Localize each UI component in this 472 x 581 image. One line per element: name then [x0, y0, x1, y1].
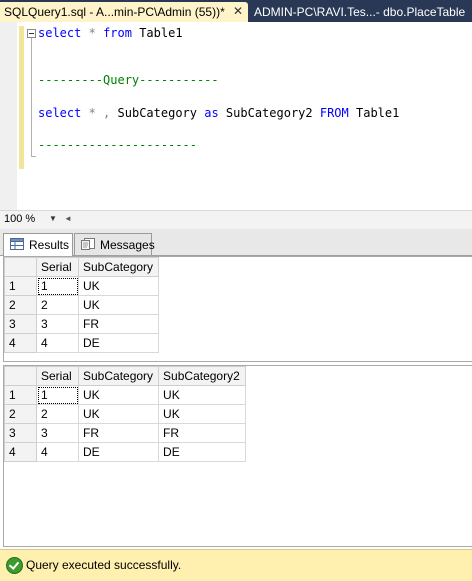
alias-name: SubCategory2 [225, 106, 313, 120]
grid-icon [10, 238, 24, 250]
operator-star: * [88, 26, 96, 40]
grid-cell[interactable]: 1 [36, 385, 79, 405]
tab-placetable[interactable]: ADMIN-PC\RAVI.Tes...- dbo.PlaceTable [250, 2, 472, 22]
document-tab-bar: SQLQuery1.sql - A...min-PC\Admin (55))* … [0, 0, 472, 22]
table-name: Table1 [356, 106, 400, 120]
status-message: Query executed successfully. [26, 558, 182, 572]
grid-cell[interactable]: FR [77, 314, 160, 334]
results-table-2: Serial SubCategory SubCategory2 1 1 UK U… [4, 366, 246, 462]
table-row[interactable]: 4 4 DE DE [4, 442, 246, 462]
chevron-down-icon[interactable]: ▼ [49, 214, 57, 223]
table-name: Table1 [139, 26, 183, 40]
table-row[interactable]: 2 2 UK UK [4, 404, 246, 424]
row-number[interactable]: 4 [4, 333, 37, 353]
tab-placetable-label: ADMIN-PC\RAVI.Tes...- dbo.PlaceTable [254, 5, 466, 19]
success-check-icon [6, 557, 23, 574]
column-header-subcategory[interactable]: SubCategory [77, 366, 160, 386]
grid-cell[interactable]: 4 [36, 442, 79, 462]
change-tracking-bar [19, 26, 24, 169]
keyword-select: select [38, 26, 82, 40]
table-row[interactable]: 2 2 UK [4, 295, 160, 315]
grid-cell[interactable]: 2 [36, 404, 79, 424]
row-number[interactable]: 4 [4, 442, 37, 462]
results-grid-2[interactable]: Serial SubCategory SubCategory2 1 1 UK U… [3, 365, 472, 547]
zoom-bar: 100 % ▼ ◄ [0, 210, 472, 229]
grid-cell[interactable]: FR [77, 423, 160, 443]
keyword-as: as [204, 106, 219, 120]
grid-cell[interactable]: 1 [36, 276, 79, 296]
code-comment-2: ---------------------- [38, 138, 197, 152]
row-number[interactable]: 3 [4, 314, 37, 334]
keyword-from: FROM [319, 106, 349, 120]
close-icon[interactable]: ✕ [233, 4, 243, 18]
tab-results[interactable]: Results [3, 233, 73, 256]
column-header-subcategory[interactable]: SubCategory [77, 257, 160, 277]
scroll-left-icon[interactable]: ◄ [64, 214, 72, 223]
grid-corner[interactable] [4, 366, 37, 386]
outline-line [31, 38, 32, 156]
header-row: Serial SubCategory [4, 257, 160, 277]
code-line-1: select * from Table1 [38, 26, 183, 40]
column-header-subcategory2[interactable]: SubCategory2 [158, 366, 246, 386]
table-row[interactable]: 4 4 DE [4, 333, 160, 353]
grid-cell[interactable]: UK [77, 295, 160, 315]
results-table-1: Serial SubCategory 1 1 UK 2 2 UK 3 3 FR … [4, 257, 160, 353]
tab-messages-label: Messages [100, 238, 155, 252]
column-header-serial[interactable]: Serial [36, 257, 79, 277]
header-row: Serial SubCategory SubCategory2 [4, 366, 246, 386]
query-status-bar: Query executed successfully. [0, 549, 472, 581]
messages-icon [81, 238, 95, 250]
operator-star: * , [88, 106, 111, 120]
row-number[interactable]: 2 [4, 295, 37, 315]
query-editor[interactable]: select * from Table1 ---------Query-----… [0, 22, 472, 210]
grid-cell[interactable]: DE [77, 442, 160, 462]
row-number[interactable]: 1 [4, 385, 37, 405]
editor-margin [0, 22, 17, 210]
grid-cell[interactable]: 2 [36, 295, 79, 315]
tab-sqlquery1-label: SQLQuery1.sql - A...min-PC\Admin (55))* [4, 5, 225, 19]
row-number[interactable]: 3 [4, 423, 37, 443]
grid-cell[interactable]: DE [77, 333, 160, 353]
outline-line-end [31, 156, 36, 157]
row-number[interactable]: 2 [4, 404, 37, 424]
tab-messages[interactable]: Messages [74, 233, 155, 255]
keyword-from: from [103, 26, 132, 40]
column-header-serial[interactable]: Serial [36, 366, 79, 386]
grid-cell[interactable]: UK [158, 385, 246, 405]
results-grid-1[interactable]: Serial SubCategory 1 1 UK 2 2 UK 3 3 FR … [3, 256, 472, 362]
column-name: SubCategory [117, 106, 197, 120]
grid-cell[interactable]: UK [77, 276, 160, 296]
collapse-region-icon[interactable] [27, 29, 36, 38]
grid-cell[interactable]: UK [77, 404, 160, 424]
tab-sqlquery1[interactable]: SQLQuery1.sql - A...min-PC\Admin (55))* … [0, 2, 248, 22]
grid-cell[interactable]: 3 [36, 423, 79, 443]
table-row[interactable]: 3 3 FR FR [4, 423, 246, 443]
results-tab-strip: Results Messages [0, 229, 472, 256]
grid-cell[interactable]: UK [77, 385, 160, 405]
grid-cell[interactable]: UK [158, 404, 246, 424]
grid-cell[interactable]: FR [158, 423, 246, 443]
table-row[interactable]: 1 1 UK UK [4, 385, 246, 405]
zoom-level[interactable]: 100 % [4, 213, 35, 225]
grid-cell[interactable]: 3 [36, 314, 79, 334]
code-comment-1: ---------Query----------- [38, 73, 219, 87]
grid-corner[interactable] [4, 257, 37, 277]
code-line-2: select * , SubCategory as SubCategory2 F… [38, 106, 399, 120]
keyword-select: select [38, 106, 82, 120]
grid-cell[interactable]: 4 [36, 333, 79, 353]
tab-results-label: Results [29, 238, 70, 252]
table-row[interactable]: 1 1 UK [4, 276, 160, 296]
row-number[interactable]: 1 [4, 276, 37, 296]
table-row[interactable]: 3 3 FR [4, 314, 160, 334]
grid-cell[interactable]: DE [158, 442, 246, 462]
